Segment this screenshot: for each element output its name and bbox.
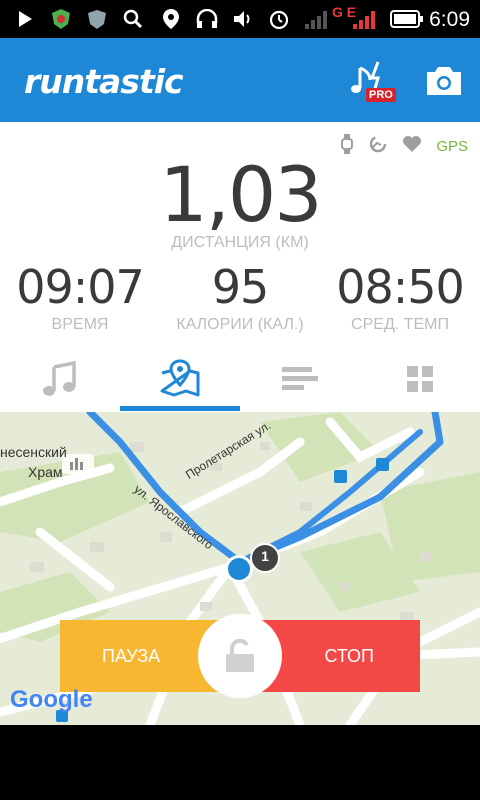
signal-icon-2 [352, 8, 378, 30]
place-label: несенский [0, 444, 67, 460]
stat-calories: 95 КАЛОРИИ (КАЛ.) [160, 260, 320, 334]
stat-label: ВРЕМЯ [51, 316, 109, 333]
unlock-icon [226, 638, 254, 672]
tab-dashboard[interactable] [360, 346, 480, 412]
location-icon [160, 8, 182, 30]
shield-icon [86, 8, 108, 30]
place-label: Храм [28, 464, 63, 480]
stat-value: 08:50 [336, 260, 465, 314]
stat-pace: 08:50 СРЕД. ТЕМП [320, 260, 480, 334]
stat-value: 95 [211, 260, 270, 314]
active-tab-indicator [120, 406, 240, 411]
search-icon [122, 8, 144, 30]
app-logo: runtastic [24, 62, 184, 101]
google-attribution: Google [10, 686, 93, 714]
stat-value: 09:07 [16, 260, 145, 314]
status-clock: 6:09 [429, 8, 470, 31]
pro-badge: PRO [366, 88, 396, 102]
music-icon [43, 360, 76, 396]
stats-icon [282, 367, 318, 390]
grid-icon [407, 366, 433, 392]
tab-map[interactable] [120, 346, 240, 412]
play-icon [14, 8, 36, 30]
signal-icon [304, 8, 330, 30]
tab-music[interactable] [0, 346, 120, 412]
alarm-icon [268, 8, 290, 30]
distance-value: 1,03 [159, 150, 322, 239]
stat-label: СРЕД. ТЕМП [351, 316, 449, 333]
nav-bar-area [0, 725, 480, 800]
map-icon [160, 359, 200, 397]
stat-time: 09:07 ВРЕМЯ [0, 260, 160, 334]
shield-app-icon [50, 8, 72, 30]
battery-icon [390, 8, 424, 30]
tab-bar [0, 346, 480, 412]
km-marker-label: 1 [261, 548, 269, 564]
status-bar: G E 6:09 [0, 0, 480, 38]
distance-label: ДИСТАНЦИЯ (КМ) [171, 234, 309, 251]
volume-icon [232, 8, 254, 30]
stats-panel: GPS 1,03 ДИСТАНЦИЯ (КМ) 09:07 ВРЕМЯ 95 К… [0, 122, 480, 412]
map-view[interactable]: 1 Пролетарская ул. ул. Ярославского несе… [0, 412, 480, 725]
headphones-icon [196, 8, 218, 30]
tab-stats[interactable] [240, 346, 360, 412]
app-bar: runtastic PRO [0, 38, 480, 122]
camera-icon[interactable] [424, 64, 464, 98]
google-logo-text: Google [10, 686, 93, 713]
stat-label: КАЛОРИИ (КАЛ.) [176, 316, 304, 333]
lock-button[interactable] [198, 614, 282, 698]
